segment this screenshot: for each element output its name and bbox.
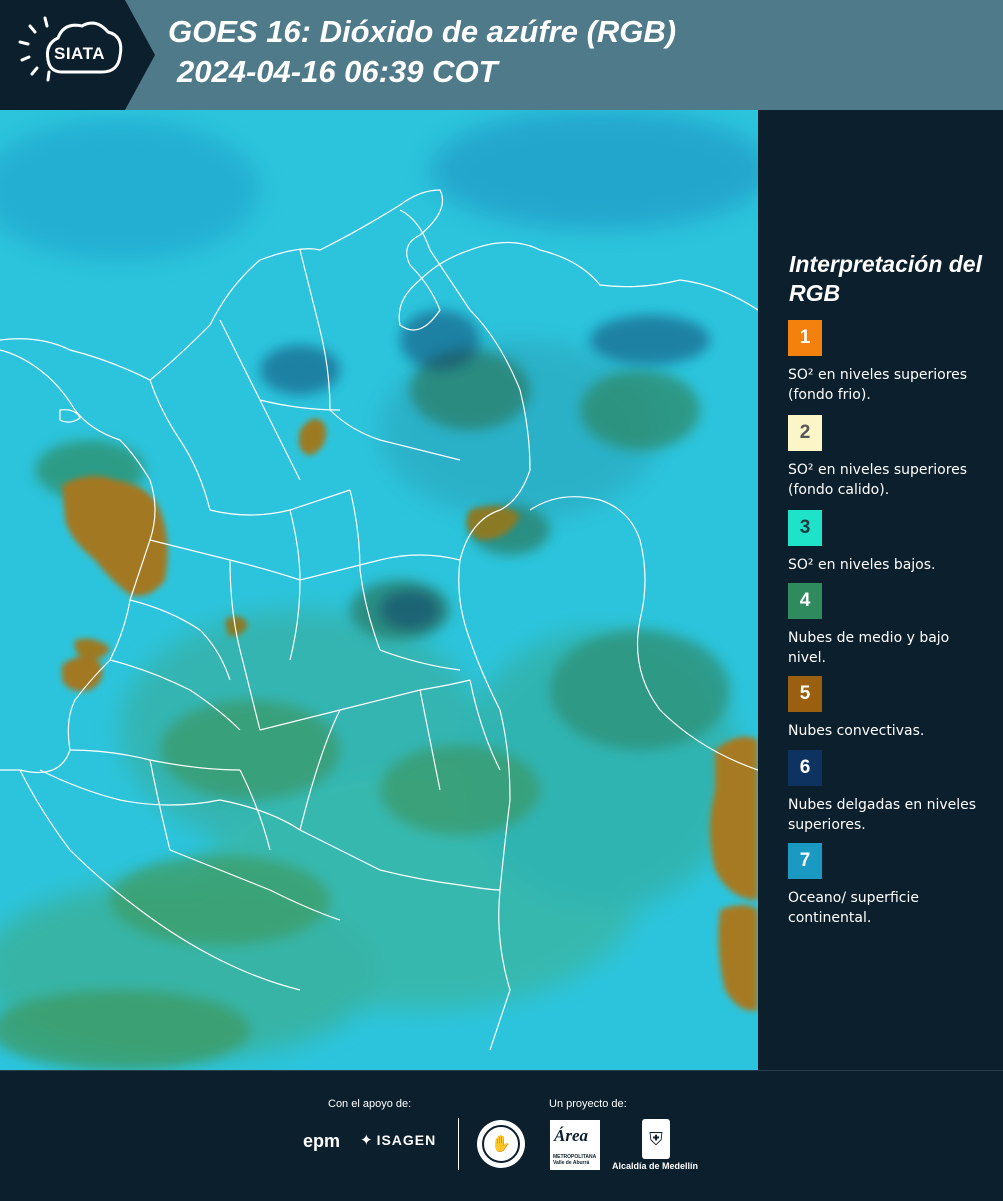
legend-description: Nubes delgadas en niveles superiores. <box>788 797 977 833</box>
satellite-map <box>0 110 758 1070</box>
legend-panel: Interpretación del RGB 1 SO² en niveles … <box>758 110 1003 1070</box>
area-logo-subtext: METROPOLITANA Valle de Aburrá <box>553 1154 597 1166</box>
legend-swatch: 5 <box>788 676 822 712</box>
rgb-composite-image <box>0 110 758 1070</box>
medellin-shield-icon: ⛨ <box>642 1119 670 1159</box>
legend-description: SO² en niveles superiores (fondo calido)… <box>788 462 968 498</box>
legend-item-4: 4 Nubes de medio y bajo nivel. <box>788 583 988 668</box>
legend-swatch: 6 <box>788 750 822 786</box>
legend-title: Interpretación del RGB <box>789 251 982 306</box>
header: SIATA GOES 16: Dióxido de azúfre (RGB) 2… <box>0 0 1003 110</box>
legend-item-3: 3 SO² en niveles bajos. <box>788 510 988 575</box>
area-logo-text: Área <box>554 1126 588 1145</box>
seal-logo: ✋ <box>477 1120 525 1168</box>
logo-text: SIATA <box>54 44 105 63</box>
legend-item-5: 5 Nubes convectivas. <box>788 676 988 741</box>
legend-item-2: 2 SO² en niveles superiores (fondo calid… <box>788 415 988 500</box>
isagen-text: ISAGEN <box>376 1132 437 1148</box>
page-title: GOES 16: Dióxido de azúfre (RGB) <box>168 14 677 49</box>
seal-icon: ✋ <box>482 1125 520 1163</box>
footer: Con el apoyo de: Un proyecto de: epm ✦ IS… <box>0 1070 1003 1201</box>
legend-swatch: 1 <box>788 320 822 356</box>
legend-swatch: 3 <box>788 510 822 546</box>
isagen-icon: ✦ <box>360 1132 374 1149</box>
legend-description: Nubes convectivas. <box>788 723 925 739</box>
legend-description: Oceano/ superficie continental. <box>788 890 919 926</box>
legend-swatch: 2 <box>788 415 822 451</box>
legend-swatch: 7 <box>788 843 822 879</box>
legend-description: SO² en niveles superiores (fondo frio). <box>788 367 968 403</box>
alcaldia-text: Alcaldía de Medellín <box>612 1161 699 1171</box>
legend-item-7: 7 Oceano/ superficie continental. <box>788 843 988 928</box>
legend-description: Nubes de medio y bajo nivel. <box>788 630 950 666</box>
isagen-logo: ✦ ISAGEN <box>360 1131 436 1149</box>
footer-divider <box>458 1118 459 1170</box>
page-timestamp: 2024-04-16 06:39 COT <box>177 54 498 89</box>
epm-logo: epm <box>303 1131 341 1151</box>
support-label: Con el apoyo de: <box>328 1098 412 1110</box>
area-metropolitana-logo: Área METROPOLITANA Valle de Aburrá <box>550 1120 600 1170</box>
siata-logo: SIATA <box>0 0 155 110</box>
legend-description: SO² en niveles bajos. <box>788 557 936 573</box>
project-label: Un proyecto de: <box>549 1098 627 1110</box>
legend-item-6: 6 Nubes delgadas en niveles superiores. <box>788 750 988 835</box>
legend-item-1: 1 SO² en niveles superiores (fondo frio)… <box>788 320 988 405</box>
legend-swatch: 4 <box>788 583 822 619</box>
